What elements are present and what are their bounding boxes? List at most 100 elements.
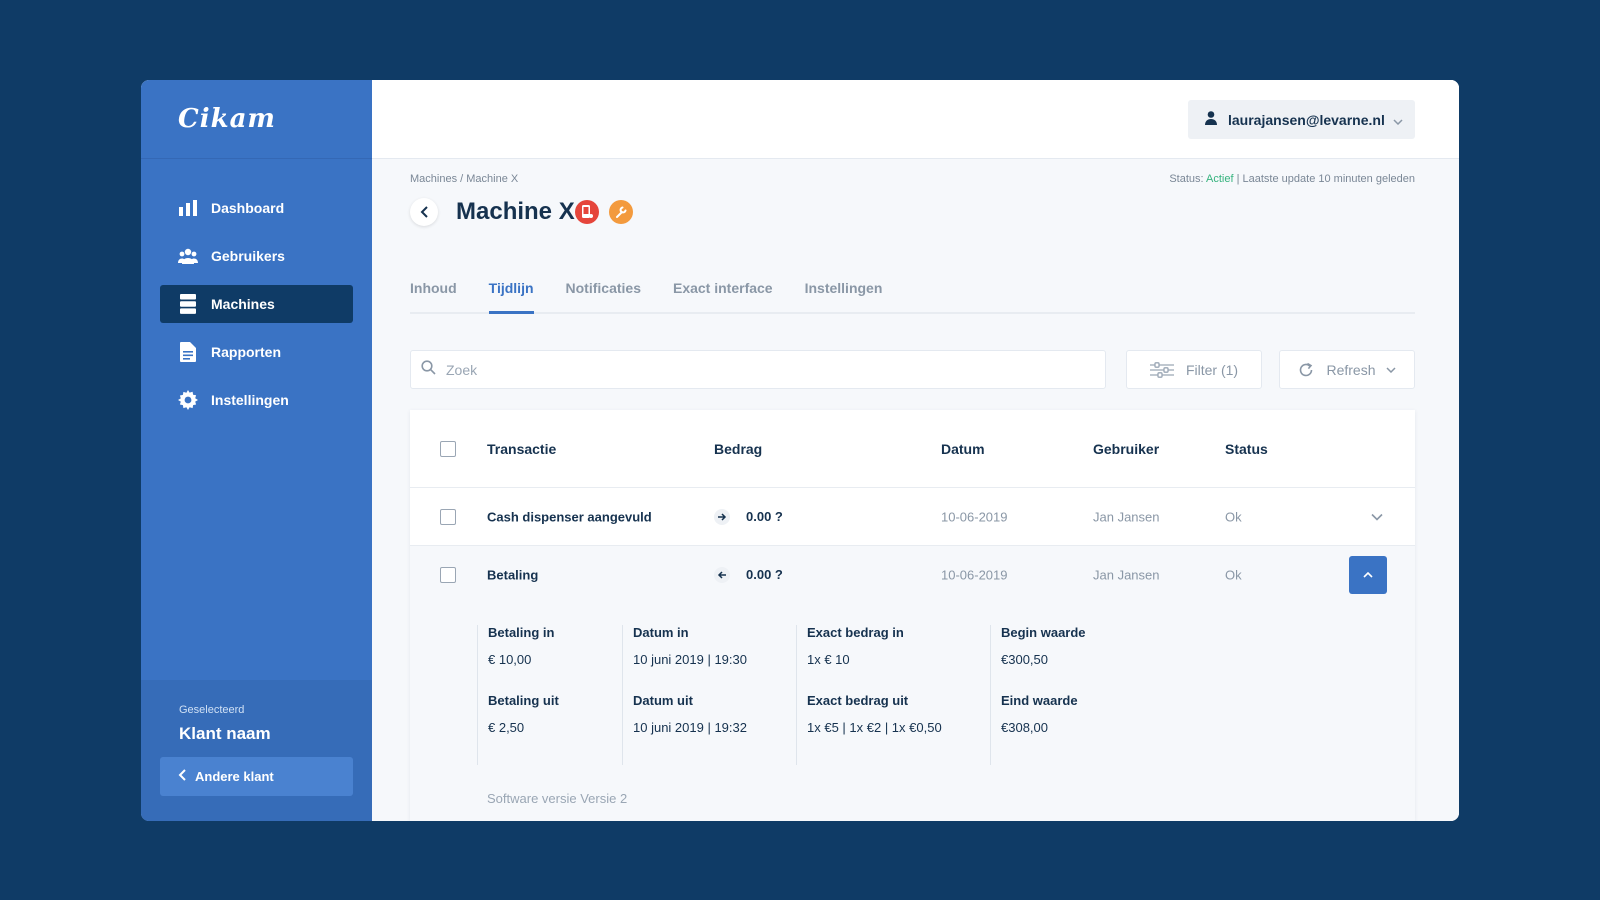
- header-user[interactable]: Gebruiker: [1093, 441, 1159, 457]
- logo-area: Cikam: [141, 80, 372, 159]
- software-version: Software versie Versie 2: [487, 791, 627, 806]
- software-label: Software versie: [487, 791, 577, 806]
- select-all-checkbox[interactable]: [440, 440, 456, 457]
- user-menu-button[interactable]: laurajansen@levarne.nl: [1188, 100, 1415, 139]
- header-transaction[interactable]: Transactie: [487, 441, 556, 457]
- search-input[interactable]: [444, 360, 1105, 379]
- row-checkbox[interactable]: [440, 566, 456, 583]
- collapse-row-button[interactable]: [1349, 555, 1387, 594]
- page-title: Machine X: [456, 198, 575, 225]
- sidebar-item-label: Instellingen: [211, 392, 289, 408]
- detail-label: Datum in: [633, 625, 689, 640]
- amount-value: 0.00 ?: [746, 567, 783, 582]
- device-alert-icon: [581, 205, 593, 218]
- other-client-button[interactable]: Andere klant: [160, 757, 353, 796]
- row-amount: 0.00 ?: [714, 566, 783, 583]
- status-prefix: Status:: [1169, 173, 1204, 185]
- document-icon: [178, 342, 198, 362]
- detail-label: Betaling uit: [488, 693, 559, 708]
- chevron-left-icon: [178, 769, 186, 784]
- arrow-right-icon: [714, 508, 730, 525]
- detail-value: €300,50: [1001, 652, 1048, 667]
- header-date[interactable]: Datum: [941, 441, 985, 457]
- user-icon: [1205, 111, 1217, 128]
- detail-value: € 2,50: [488, 720, 525, 735]
- detail-value: € 10,00: [488, 652, 532, 667]
- header-amount[interactable]: Bedrag: [714, 441, 762, 457]
- chevron-down-icon[interactable]: [1385, 366, 1396, 373]
- refresh-icon: [1298, 362, 1314, 378]
- users-icon: [178, 246, 198, 266]
- refresh-label: Refresh: [1326, 361, 1376, 378]
- detail-value: €308,00: [1001, 720, 1048, 735]
- expand-row-button[interactable]: [1371, 509, 1383, 524]
- detail-value: 1x € 10: [807, 652, 850, 667]
- user-email: laurajansen@levarne.nl: [1228, 111, 1385, 128]
- status-line: Status: Actief | Laatste update 10 minut…: [1169, 173, 1415, 185]
- header-status[interactable]: Status: [1225, 441, 1268, 457]
- sidebar-item-machines[interactable]: Machines: [160, 285, 353, 323]
- other-client-label: Andere klant: [195, 769, 274, 784]
- sidebar-item-gebruikers[interactable]: Gebruikers: [160, 237, 353, 275]
- tab-instellingen[interactable]: Instellingen: [805, 268, 883, 312]
- sidebar-item-label: Rapporten: [211, 344, 281, 360]
- tab-notificaties[interactable]: Notificaties: [566, 268, 641, 312]
- table-row[interactable]: Cash dispenser aangevuld 0.00 ? 10-06-20…: [410, 488, 1415, 546]
- detail-value: 1x €5 | 1x €2 | 1x €0,50: [807, 720, 942, 735]
- amount-value: 0.00 ?: [746, 509, 783, 524]
- sidebar-item-instellingen[interactable]: Instellingen: [160, 381, 353, 419]
- wrench-icon: [615, 206, 627, 218]
- detail-dates: Datum in 10 juni 2019 | 19:30 Datum uit …: [622, 625, 747, 765]
- detail-payments: Betaling in € 10,00 Betaling uit € 2,50: [477, 625, 559, 765]
- row-transaction: Cash dispenser aangevuld: [487, 509, 652, 524]
- row-date: 10-06-2019: [941, 509, 1008, 524]
- selected-client-name: Klant naam: [179, 724, 271, 743]
- tab-inhoud[interactable]: Inhoud: [410, 268, 457, 312]
- logo[interactable]: Cikam: [178, 104, 276, 134]
- row-checkbox[interactable]: [440, 508, 456, 525]
- sidebar: Cikam Dashboard Gebruikers Machines Rapp…: [141, 80, 372, 821]
- app-window: Cikam Dashboard Gebruikers Machines Rapp…: [141, 80, 1459, 821]
- sidebar-item-label: Machines: [211, 296, 275, 312]
- status-value: Actief: [1206, 173, 1234, 185]
- page-content: Machines / Machine X Status: Actief | La…: [410, 158, 1415, 821]
- server-icon: [178, 294, 198, 314]
- top-bar: laurajansen@levarne.nl: [372, 80, 1459, 159]
- detail-value: 10 juni 2019 | 19:30: [633, 652, 747, 667]
- breadcrumb[interactable]: Machines / Machine X: [410, 173, 518, 185]
- table-header-row: Transactie Bedrag Datum Gebruiker Status: [410, 410, 1415, 488]
- sidebar-item-label: Gebruikers: [211, 248, 285, 264]
- filter-button[interactable]: Filter (1): [1126, 350, 1262, 389]
- search-icon: [421, 359, 436, 380]
- row-status: Ok: [1225, 567, 1242, 582]
- back-button[interactable]: [410, 198, 438, 226]
- tab-tijdlijn[interactable]: Tijdlijn: [488, 268, 534, 314]
- machine-warning-badge[interactable]: [608, 200, 633, 224]
- software-value: Versie 2: [580, 791, 628, 806]
- detail-value: 10 juni 2019 | 19:32: [633, 720, 747, 735]
- row-status: Ok: [1225, 509, 1242, 524]
- chevron-left-icon: [420, 206, 428, 218]
- sidebar-item-label: Dashboard: [211, 200, 285, 216]
- detail-exact-amounts: Exact bedrag in 1x € 10 Exact bedrag uit…: [796, 625, 942, 765]
- filter-label: Filter (1): [1185, 361, 1239, 378]
- row-transaction: Betaling: [487, 567, 539, 582]
- title-row: Machine X: [410, 198, 643, 226]
- sidebar-item-dashboard[interactable]: Dashboard: [160, 189, 353, 227]
- status-suffix: | Laatste update 10 minuten geleden: [1236, 173, 1415, 185]
- machine-error-badge[interactable]: [574, 200, 599, 224]
- sidebar-nav: Dashboard Gebruikers Machines Rapporten: [141, 189, 372, 419]
- row-details: Betaling in € 10,00 Betaling uit € 2,50 …: [410, 603, 1415, 821]
- table-row[interactable]: Betaling 0.00 ? 10-06-2019 Jan Jansen Ok: [410, 546, 1415, 603]
- row-amount: 0.00 ?: [714, 508, 783, 525]
- transactions-table: Transactie Bedrag Datum Gebruiker Status…: [410, 410, 1415, 821]
- refresh-button[interactable]: Refresh: [1279, 350, 1415, 389]
- tab-bar: Inhoud Tijdlijn Notificaties Exact inter…: [410, 268, 1415, 314]
- chevron-down-icon: [1371, 513, 1383, 521]
- main-content: laurajansen@levarne.nl Machines / Machin…: [372, 80, 1459, 821]
- detail-label: Datum uit: [633, 693, 693, 708]
- tab-exact-interface[interactable]: Exact interface: [673, 268, 773, 312]
- detail-label: Begin waarde: [1001, 625, 1086, 640]
- sidebar-item-rapporten[interactable]: Rapporten: [160, 333, 353, 371]
- gear-icon: [178, 390, 198, 410]
